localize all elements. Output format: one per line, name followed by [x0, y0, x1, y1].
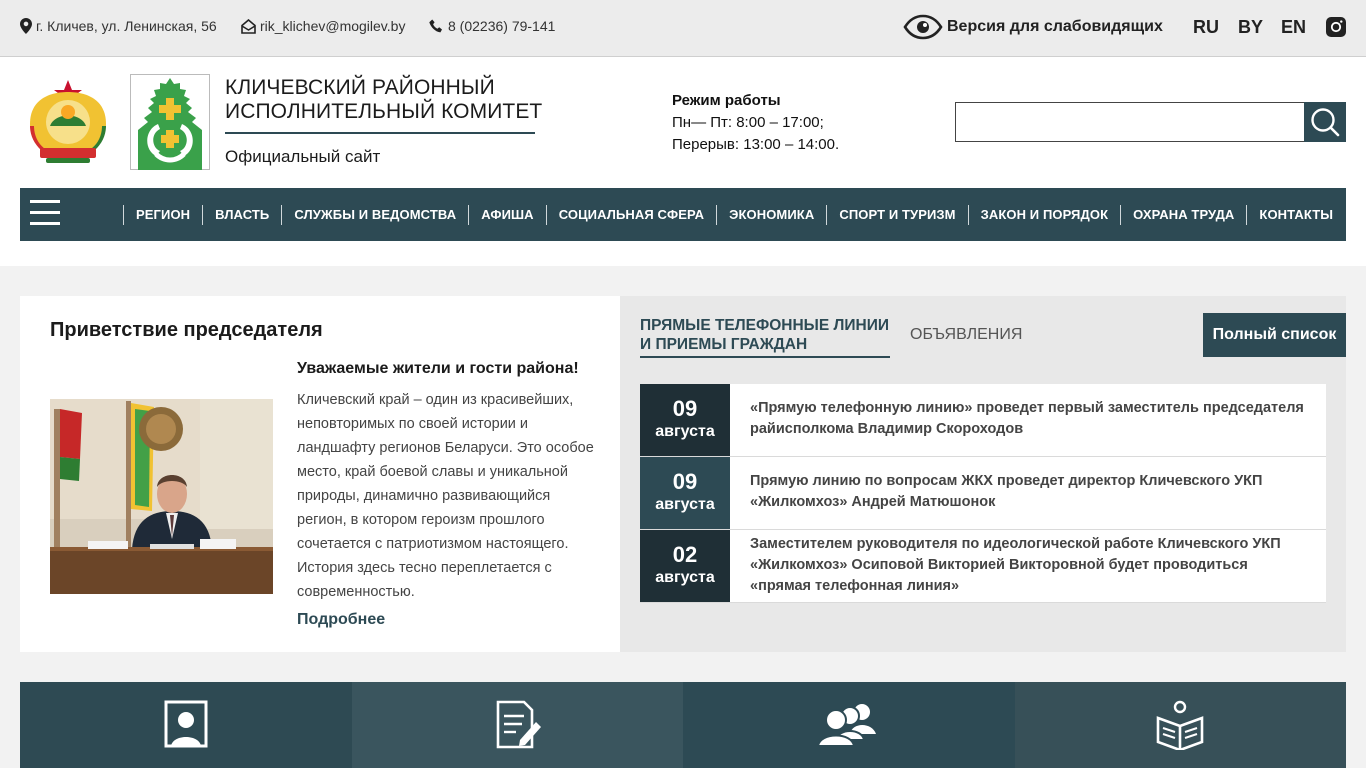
greeting-heading: Уважаемые жители и гости района!	[297, 360, 579, 377]
greeting-title: Приветствие председателя	[50, 319, 323, 341]
news-date: 09 августа	[640, 457, 730, 529]
nav-item-social[interactable]: Социальная сфера	[545, 204, 716, 225]
document-edit-icon	[496, 700, 542, 749]
address: г. Кличев, ул. Ленинская, 56	[20, 18, 217, 34]
organization-title-line2: исполнительный комитет	[225, 100, 543, 123]
search-button[interactable]	[1304, 102, 1346, 142]
news-item[interactable]: 09 августа Прямую линию по вопросам ЖКХ …	[640, 457, 1326, 530]
chairman-greeting: Приветствие председателя Уважаемые жител…	[20, 296, 620, 652]
working-hours-title: Режим работы	[672, 92, 781, 109]
accessibility-text: Версия для слабовидящих	[947, 18, 1163, 35]
open-book-icon	[1156, 700, 1204, 750]
person-portrait-icon	[164, 700, 208, 748]
nav-item-law[interactable]: Закон и порядок	[967, 204, 1121, 225]
news-text: Заместителем руководителя по идеологичес…	[750, 536, 1281, 594]
read-more-link[interactable]: Подробнее	[297, 611, 385, 629]
working-hours: Режим работы Пн— Пт: 8:00 – 17:00; Перер…	[672, 90, 839, 156]
lang-by[interactable]: BY	[1238, 17, 1263, 38]
lang-ru[interactable]: RU	[1193, 17, 1219, 38]
search-input[interactable]	[955, 102, 1305, 142]
quick-link-appeals[interactable]	[351, 682, 683, 768]
tab-hotlines[interactable]: Прямые телефонные линии и приемы граждан	[640, 316, 890, 358]
greeting-text: Кличевский край – один из красивейших, н…	[297, 392, 594, 600]
nav-item-services[interactable]: Службы и ведомства	[281, 204, 468, 225]
phone-link[interactable]: 8 (02236) 79-141	[429, 18, 555, 34]
title-divider	[225, 132, 535, 134]
instagram-icon[interactable]	[1326, 17, 1346, 37]
quick-link-reception[interactable]	[20, 682, 352, 768]
news-month: августа	[655, 569, 715, 586]
district-coat-of-arms-icon[interactable]	[130, 74, 210, 170]
news-text: Прямую линию по вопросам ЖКХ проведет ди…	[750, 473, 1263, 510]
state-emblem-icon[interactable]	[20, 74, 116, 170]
phone-icon	[429, 19, 442, 32]
news-day: 09	[672, 469, 698, 494]
quick-link-citizens[interactable]	[683, 682, 1015, 768]
working-hours-weekdays: Пн— Пт: 8:00 – 17:00;	[672, 114, 824, 131]
nav-item-sport[interactable]: Спорт и туризм	[826, 204, 967, 225]
nav-item-region[interactable]: Регион	[123, 204, 202, 225]
news-date: 02 августа	[640, 530, 730, 602]
phone-text: 8 (02236) 79-141	[448, 18, 556, 34]
news-day: 02	[672, 542, 698, 567]
quick-link-library[interactable]	[1014, 682, 1346, 768]
organization-title-line1: Кличевский районный	[225, 76, 495, 99]
working-hours-break: Перерыв: 13:00 – 14:00.	[672, 136, 840, 153]
nav-item-contacts[interactable]: Контакты	[1246, 204, 1345, 225]
chairman-photo[interactable]	[50, 399, 273, 594]
address-text: г. Кличев, ул. Ленинская, 56	[36, 18, 217, 34]
news-month: августа	[655, 423, 715, 440]
news-day: 09	[672, 396, 698, 421]
nav-item-labor-safety[interactable]: Охрана труда	[1120, 204, 1246, 225]
email-text: rik_klichev@mogilev.by	[260, 18, 406, 34]
hamburger-icon[interactable]	[30, 200, 60, 228]
organization-title[interactable]: Кличевский районный исполнительный комит…	[225, 76, 545, 124]
nav-item-authority[interactable]: Власть	[202, 204, 281, 225]
map-pin-icon	[20, 18, 32, 34]
news-item[interactable]: 09 августа «Прямую телефонную линию» про…	[640, 384, 1326, 457]
people-group-icon	[816, 704, 876, 747]
tab-announcements[interactable]: Объявления	[910, 326, 1022, 344]
site-subtitle: Официальный сайт	[225, 147, 381, 166]
main-navigation: Регион Власть Службы и ведомства Афиша С…	[20, 188, 1346, 241]
news-date: 09 августа	[640, 384, 730, 456]
hotlines-panel: Прямые телефонные линии и приемы граждан…	[620, 296, 1346, 652]
news-text: «Прямую телефонную линию» проведет первы…	[750, 400, 1304, 437]
news-item[interactable]: 02 августа Заместителем руководителя по …	[640, 530, 1326, 603]
nav-item-afisha[interactable]: Афиша	[468, 204, 545, 225]
search-icon	[1311, 108, 1340, 137]
accessibility-link[interactable]: Версия для слабовидящих	[903, 13, 1163, 41]
lang-en[interactable]: EN	[1281, 17, 1306, 38]
eye-icon	[903, 14, 943, 40]
email-link[interactable]: rik_klichev@mogilev.by	[241, 18, 405, 34]
quick-links	[20, 682, 1346, 768]
home-mail-icon	[241, 18, 256, 34]
full-list-button[interactable]: Полный список	[1203, 313, 1346, 357]
news-month: августа	[655, 496, 715, 513]
top-bar: г. Кличев, ул. Ленинская, 56 rik_klichev…	[0, 0, 1366, 57]
nav-item-economy[interactable]: Экономика	[716, 204, 826, 225]
nav-menu: Регион Власть Службы и ведомства Афиша С…	[123, 188, 1345, 241]
